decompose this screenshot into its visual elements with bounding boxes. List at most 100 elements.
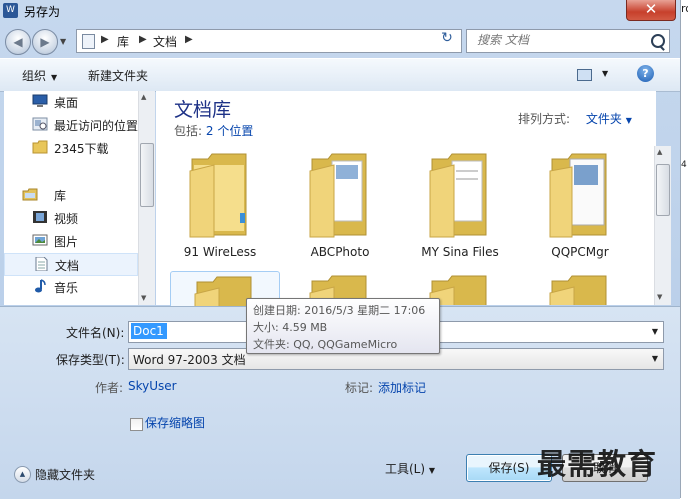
new-folder-button[interactable]: 新建文件夹 — [88, 67, 148, 84]
scroll-up-icon[interactable]: ▲ — [657, 148, 662, 156]
folder-icon — [429, 153, 487, 238]
file-list-scroll-thumb[interactable] — [656, 164, 670, 216]
folder-info-tooltip: 创建日期: 2016/5/3 星期二 17:06 大小: 4.59 MB 文件夹… — [246, 298, 440, 354]
pictures-library-icon — [32, 234, 48, 246]
background-text: 4 — [681, 160, 687, 170]
folder-item[interactable]: MY Sina Files — [406, 149, 514, 261]
chevron-right-icon[interactable]: ▶ — [101, 34, 109, 45]
forward-button[interactable]: ▶ — [32, 29, 58, 55]
recent-places-icon — [32, 117, 48, 131]
documents-library-icon — [35, 257, 48, 271]
command-toolbar: 组织 ▼ 新建文件夹 ▼ ? — [0, 58, 680, 92]
nav-group-label: 库 — [54, 189, 67, 203]
tools-menu[interactable]: 工具(L) ▼ — [385, 460, 435, 477]
nav-item-label: 桌面 — [54, 96, 79, 110]
folder-name: ABCPhoto — [310, 245, 370, 259]
navigation-pane: 桌面 最近访问的位置 2345下载 库 视频 图片 文档 音乐 — [4, 91, 138, 305]
tooltip-size: 大小: 4.59 MB — [253, 321, 328, 334]
back-button[interactable]: ◀ — [5, 29, 31, 55]
library-includes: 包括: 2 个位置 — [174, 122, 253, 139]
folder-icon — [549, 275, 607, 305]
title-bar: W 另存为 ✕ — [0, 0, 680, 24]
author-value[interactable]: SkyUser — [128, 379, 177, 393]
folder-name: MY Sina Files — [421, 245, 499, 259]
desktop-icon — [32, 94, 48, 107]
scroll-up-icon[interactable]: ▲ — [141, 93, 146, 101]
nav-item-recent-places[interactable]: 最近访问的位置 — [4, 114, 138, 135]
hide-folders-button[interactable]: 隐藏文件夹 — [35, 466, 95, 483]
folder-icon — [32, 140, 48, 154]
folder-item[interactable]: ABCPhoto — [286, 149, 394, 261]
nav-item-pictures[interactable]: 图片 — [4, 230, 138, 251]
nav-item-videos[interactable]: 视频 — [4, 207, 138, 228]
includes-locations-link[interactable]: 2 个位置 — [206, 124, 253, 138]
chevron-down-icon: ▼ — [428, 466, 436, 475]
arrange-by-label: 排列方式: — [518, 112, 571, 126]
filetype-value: Word 97-2003 文档 — [133, 353, 246, 367]
close-button[interactable]: ✕ — [626, 0, 676, 21]
background-text: ro — [681, 2, 688, 15]
nav-group-libraries[interactable]: 库 — [4, 184, 138, 205]
tooltip-created: 创建日期: 2016/5/3 星期二 17:06 — [253, 304, 426, 317]
scroll-down-icon[interactable]: ▼ — [657, 293, 662, 301]
nav-item-label: 音乐 — [54, 281, 79, 295]
chevron-down-icon[interactable]: ▼ — [652, 354, 658, 363]
tools-label: 工具(L) — [385, 462, 426, 476]
word-app-icon: W — [3, 3, 18, 18]
file-list-scrollbar[interactable]: ▲ ▼ — [654, 146, 671, 305]
nav-item-label: 文档 — [55, 259, 80, 273]
tags-label: 标记: — [345, 381, 374, 395]
file-list-pane: 文档库 包括: 2 个位置 排列方式: 文件夹 ▼ 91 WireLess AB… — [156, 91, 656, 313]
save-thumbnail-checkbox[interactable] — [130, 418, 143, 431]
watermark: 最需教育 — [537, 447, 658, 481]
music-library-icon — [35, 279, 46, 293]
nav-pane-scrollbar[interactable]: ▲ ▼ — [138, 91, 155, 305]
includes-label: 包括: — [174, 124, 203, 138]
folder-name: QQPCMgr — [551, 245, 609, 259]
chevron-down-icon: ▼ — [51, 73, 58, 82]
folder-icon — [309, 153, 367, 238]
folder-item[interactable] — [526, 271, 634, 305]
help-icon[interactable]: ? — [637, 65, 654, 82]
filename-input[interactable] — [131, 323, 167, 339]
breadcrumb-documents[interactable]: 文档 — [153, 33, 177, 50]
nav-item-label: 最近访问的位置 — [54, 119, 139, 133]
view-dropdown-icon[interactable]: ▼ — [602, 69, 608, 78]
chevron-down-icon[interactable]: ▼ — [652, 327, 658, 336]
view-options-icon[interactable] — [577, 69, 592, 81]
refresh-icon[interactable]: ↻ — [436, 28, 458, 50]
save-thumbnail-label[interactable]: 保存缩略图 — [145, 414, 205, 431]
nav-pane-scroll-thumb[interactable] — [140, 143, 154, 207]
arrange-by-dropdown[interactable]: 文件夹 ▼ — [586, 112, 632, 126]
address-bar[interactable]: ▶ 库 ▶ 文档 ▶ ▼ — [76, 29, 499, 53]
nav-item-label: 图片 — [54, 235, 79, 249]
nav-item-documents[interactable]: 文档 — [4, 253, 138, 276]
filename-label: 文件名(N): — [66, 326, 125, 340]
folder-name: 91 WireLess — [183, 245, 257, 259]
background-window-edge: ro 4 — [680, 0, 688, 498]
add-tags-link[interactable]: 添加标记 — [378, 379, 426, 396]
arrange-by: 排列方式: 文件夹 ▼ — [518, 110, 632, 127]
video-library-icon — [33, 211, 47, 223]
scroll-down-icon[interactable]: ▼ — [141, 294, 146, 302]
nav-item-desktop[interactable]: 桌面 — [4, 91, 138, 112]
chevron-right-icon[interactable]: ▶ — [139, 34, 147, 45]
nav-item-music[interactable]: 音乐 — [4, 276, 138, 297]
folder-item[interactable]: 91 WireLess — [166, 149, 274, 261]
folder-icon — [189, 153, 247, 238]
organize-label: 组织 — [22, 69, 47, 83]
recent-pages-dropdown-icon[interactable]: ▼ — [60, 37, 66, 46]
search-input[interactable] — [475, 32, 649, 48]
organize-menu[interactable]: 组织 ▼ — [22, 67, 57, 84]
folder-item[interactable]: QQPCMgr — [526, 149, 634, 261]
nav-item-2345-downloads[interactable]: 2345下载 — [4, 137, 138, 158]
chevron-up-icon[interactable]: ▲ — [14, 466, 31, 483]
libraries-icon — [22, 188, 38, 201]
chevron-right-icon[interactable]: ▶ — [185, 34, 193, 45]
nav-item-label: 2345下载 — [54, 142, 109, 156]
search-icon[interactable] — [651, 34, 665, 48]
library-location-icon — [82, 34, 95, 49]
search-box[interactable] — [466, 29, 670, 53]
tooltip-folders: 文件夹: QQ, QQGameMicro — [253, 338, 398, 351]
breadcrumb-library[interactable]: 库 — [117, 33, 129, 50]
